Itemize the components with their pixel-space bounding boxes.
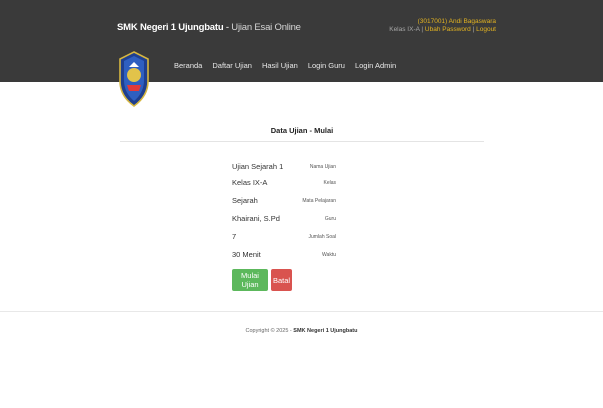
user-name: (3017001) Andi Bagaswara [417,18,496,25]
field-label: Waktu [322,252,336,258]
field-row-guru: Guru Khairani, S.Pd [120,214,484,226]
nav-item-beranda[interactable]: Beranda [174,61,202,70]
nav-item-login-admin[interactable]: Login Admin [355,61,396,70]
field-label: Jumlah Soal [308,234,336,240]
field-value: 7 [232,232,237,241]
field-value: Sejarah [232,196,258,205]
field-label: Nama Ujian [309,164,336,170]
user-class: Kelas IX-A [389,26,420,33]
field-value: Khairani, S.Pd [232,214,280,223]
field-label: Mata Pelajaran [302,198,336,204]
user-id-name: (3017001) Andi Bagaswara [389,18,496,26]
footer-divider [0,311,603,312]
field-row-nama-ujian: Nama Ujian Ujian Sejarah 1 [120,162,484,174]
panel-title: Data Ujian - Mulai [270,126,334,135]
footer-copyright: Copyright © 2025 - [245,328,294,334]
brand[interactable]: SMK Negeri 1 Ujungbatu - Ujian Esai Onli… [117,22,301,33]
field-label: Kelas [323,180,336,186]
nav-item-daftar-ujian[interactable]: Daftar Ujian [212,61,252,70]
brand-app-name: Ujian Esai Online [231,22,301,33]
user-class-line: Kelas IX-A | Ubah Password | Logout [389,26,496,34]
exam-panel: Data Ujian - Mulai Nama Ujian Ujian Seja… [120,82,484,304]
footer: Copyright © 2025 - SMK Negeri 1 Ujungbat… [0,328,603,334]
field-row-kelas: Kelas Kelas IX-A [120,178,484,190]
field-label: Guru [324,216,336,222]
field-value: 30 Menit [232,250,261,259]
field-row-mata-pelajaran: Mata Pelajaran Sejarah [120,196,484,208]
nav-item-login-guru[interactable]: Login Guru [308,61,345,70]
field-row-jumlah-soal: Jumlah Soal 7 [120,232,484,244]
panel-divider [120,141,484,142]
brand-school-name: SMK Negeri 1 Ujungbatu [117,22,224,33]
nav-item-hasil-ujian[interactable]: Hasil Ujian [262,61,298,70]
footer-org: SMK Negeri 1 Ujungbatu [293,328,358,334]
user-info: (3017001) Andi Bagaswara Kelas IX-A | Ub… [389,18,496,34]
field-value: Ujian Sejarah 1 [232,162,284,171]
start-exam-button[interactable]: Mulai Ujian [232,269,268,291]
main-nav: Beranda Daftar Ujian Hasil Ujian Login G… [174,61,396,70]
logout-link[interactable]: Logout [476,26,496,33]
change-password-link[interactable]: Ubah Password [425,26,471,33]
cancel-button[interactable]: Batal [271,269,292,291]
field-value: Kelas IX-A [232,178,268,187]
top-navbar: SMK Negeri 1 Ujungbatu - Ujian Esai Onli… [0,0,603,82]
field-row-waktu: Waktu 30 Menit [120,250,484,262]
